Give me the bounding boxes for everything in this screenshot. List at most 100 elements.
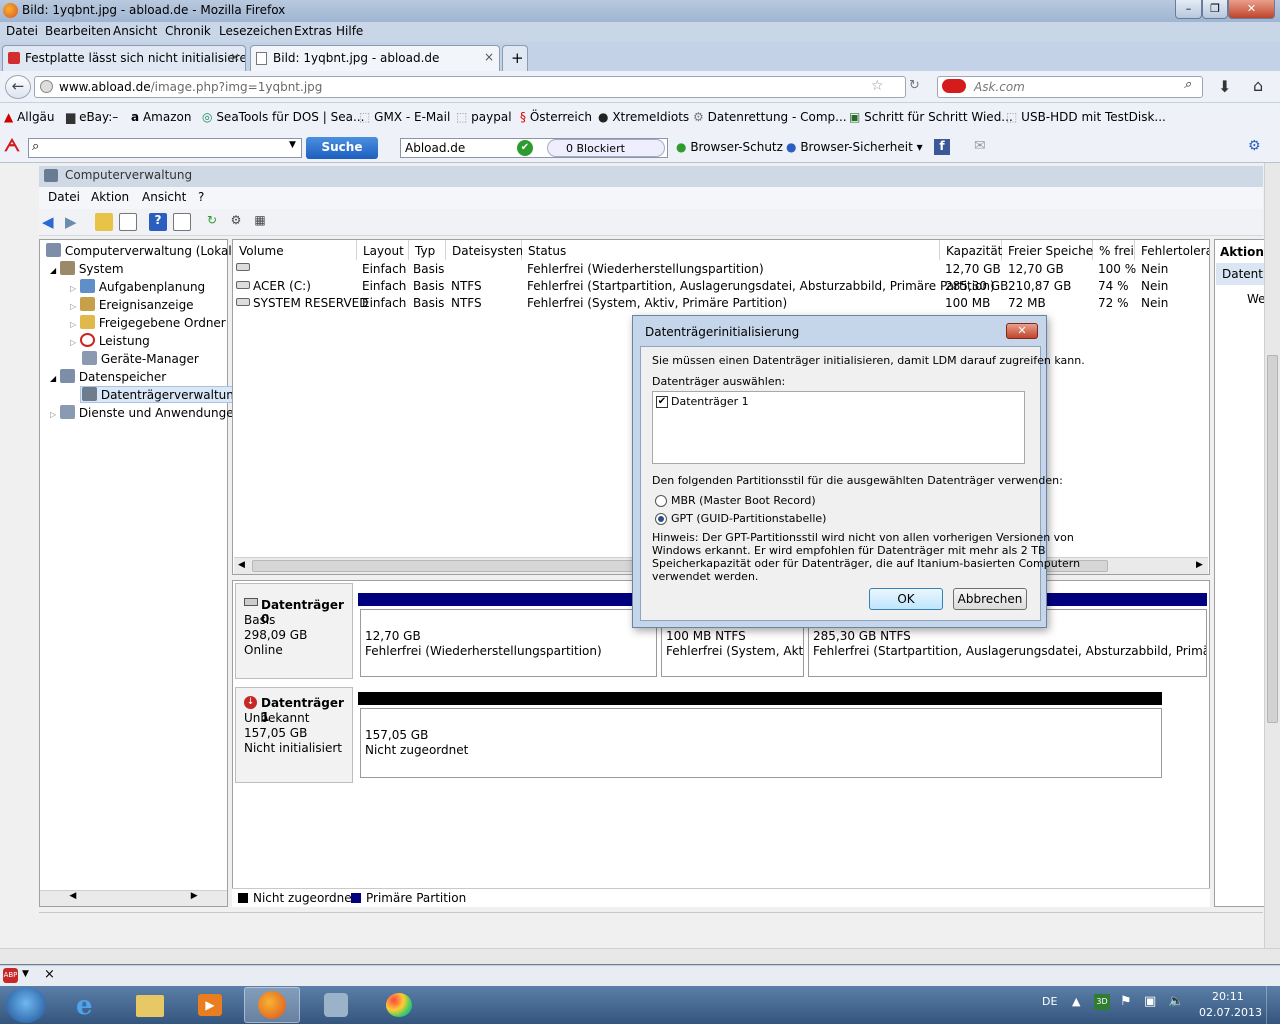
expand-icon[interactable]: ◢	[50, 266, 56, 275]
bookmark-paypal[interactable]: ⬚ paypal	[456, 110, 512, 124]
scroll-left-icon[interactable]: ◀	[238, 560, 245, 570]
mmc-menu-ansicht[interactable]: Ansicht	[142, 190, 186, 204]
mmc-menu-help[interactable]: ?	[198, 190, 204, 204]
disk0-partition-recovery[interactable]: 12,70 GB Fehlerfrei (Wiederherstellungsp…	[360, 609, 657, 677]
bookmark-star-icon[interactable]: ☆	[871, 78, 884, 94]
mail-icon[interactable]: ✉	[974, 138, 986, 154]
search-input[interactable]: Ask.com ⌕	[937, 76, 1203, 98]
column-dateisystem[interactable]: Dateisystem	[446, 240, 527, 260]
page-vertical-scrollbar[interactable]	[1264, 163, 1280, 950]
taskbar-ie[interactable]: e	[62, 987, 118, 1023]
menu-extras[interactable]: Extras	[294, 24, 332, 38]
tree-item-freigegebene-ordner[interactable]: ▷ Freigegebene Ordner	[70, 315, 226, 330]
bookmark-xtremeidiots[interactable]: ● XtremeIdiots	[598, 110, 689, 124]
console-tree-icon[interactable]	[119, 213, 137, 231]
tree-item-dienste[interactable]: ▷ Dienste und Anwendungen	[50, 405, 241, 420]
menu-datei[interactable]: Datei	[6, 24, 38, 38]
page-horizontal-scrollbar[interactable]	[0, 948, 1280, 964]
gpt-radio[interactable]	[655, 513, 667, 525]
disk1-panel[interactable]: ↓ Datenträger 1 Unbekannt 157,05 GB Nich…	[235, 687, 353, 783]
close-icon[interactable]: ×	[44, 967, 55, 982]
network-icon[interactable]: ▣	[1144, 994, 1156, 1009]
start-button[interactable]	[6, 987, 46, 1023]
tab-close-icon[interactable]: ×	[230, 50, 240, 64]
column-freier-speicher[interactable]: Freier Speicher	[1002, 240, 1098, 260]
tree-item-aufgabenplanung[interactable]: ▷ Aufgabenplanung	[70, 279, 205, 294]
tree-item-ereignisanzeige[interactable]: ▷ Ereignisanzeige	[70, 297, 194, 312]
collapse-icon[interactable]: ▷	[70, 338, 76, 347]
expand-icon[interactable]: ◢	[50, 374, 56, 383]
gpt-label[interactable]: GPT (GUID-Partitionstabelle)	[671, 512, 826, 525]
taskbar-firefox[interactable]	[244, 987, 300, 1023]
language-indicator[interactable]: DE	[1042, 995, 1057, 1008]
volume-icon[interactable]: 🔈	[1168, 994, 1184, 1009]
taskbar-paint[interactable]	[370, 987, 426, 1023]
collapse-icon[interactable]: ▷	[50, 410, 56, 419]
menu-bearbeiten[interactable]: Bearbeiten	[45, 24, 111, 38]
tree-item-leistung[interactable]: ▷ Leistung	[70, 333, 150, 348]
bookmark-seatools[interactable]: ◎ SeaTools für DOS | Sea...	[202, 110, 364, 124]
tree-item-datenspeicher[interactable]: ◢ Datenspeicher	[50, 369, 166, 384]
tray-chevron-icon[interactable]: ▲	[1072, 995, 1080, 1008]
url-bar[interactable]: www.abload.de/image.php?img=1yqbnt.jpg ☆…	[34, 76, 920, 98]
tree-item-datentraegerverwaltung[interactable]: Datenträgerverwaltung	[80, 386, 244, 403]
bookmark-allgaeu[interactable]: ▲ Allgäu	[4, 110, 55, 124]
column-status[interactable]: Status	[522, 240, 940, 260]
tab-close-icon[interactable]: ×	[484, 50, 494, 64]
column-prozent-frei[interactable]: % frei	[1093, 240, 1135, 260]
home-icon[interactable]: ⌂	[1253, 76, 1263, 95]
menu-hilfe[interactable]: Hilfe	[336, 24, 363, 38]
dialog-close-button[interactable]: ✕	[1006, 323, 1038, 339]
collapse-icon[interactable]: ▷	[70, 320, 76, 329]
avira-search-button[interactable]: Suche	[306, 137, 378, 159]
browser-schutz-button[interactable]: ● Browser-Schutz	[676, 140, 783, 154]
mmc-menu-aktion[interactable]: Aktion	[91, 190, 129, 204]
tab-abload[interactable]: Bild: 1yqbnt.jpg - abload.de ×	[250, 45, 500, 71]
blocked-counter[interactable]: 0 Blockiert	[547, 139, 665, 157]
column-volume[interactable]: Volume	[233, 240, 357, 260]
actions-item[interactable]: Datentr	[1216, 263, 1265, 285]
help-icon[interactable]: ?	[149, 213, 167, 231]
bookmark-oesterreich[interactable]: § Österreich	[520, 110, 592, 124]
show-desktop-button[interactable]	[1266, 986, 1280, 1024]
mmc-menu-datei[interactable]: Datei	[48, 190, 80, 204]
disk1-unallocated[interactable]: 157,05 GB Nicht zugeordnet	[360, 708, 1162, 778]
maximize-button[interactable]: ❐	[1202, 0, 1228, 19]
tab-festplatte[interactable]: Festplatte lässt sich nicht initialisier…	[2, 45, 246, 71]
menu-ansicht[interactable]: Ansicht	[113, 24, 157, 38]
close-window-button[interactable]: ✕	[1228, 0, 1275, 19]
folder-up-icon[interactable]	[95, 213, 113, 231]
minimize-button[interactable]: –	[1175, 0, 1202, 19]
properties-icon[interactable]	[173, 213, 191, 231]
download-icon[interactable]: ⬇	[1218, 77, 1231, 96]
chevron-down-icon[interactable]: ▼	[22, 969, 29, 979]
tree-horizontal-scrollbar[interactable]: ◀ ▶	[40, 890, 227, 906]
taskbar-media-player[interactable]: ▶	[182, 987, 238, 1023]
disk-icon[interactable]: ▦	[251, 213, 269, 231]
bookmark-ebay[interactable]: ▆ eBay:–	[66, 110, 118, 124]
collapse-icon[interactable]: ▷	[70, 302, 76, 311]
taskbar-app-5[interactable]	[308, 987, 364, 1023]
reload-icon[interactable]: ↻	[909, 78, 920, 93]
ok-button[interactable]: OK	[869, 588, 943, 610]
avira-search-combobox[interactable]: ⌕ ▼	[28, 138, 302, 158]
chevron-down-icon[interactable]: ▼	[289, 140, 296, 150]
bookmark-gmx[interactable]: ⬚ GMX - E-Mail	[359, 110, 450, 124]
tree-item-system[interactable]: ◢ System	[50, 261, 124, 276]
column-fehlertoleranz[interactable]: Fehlertoleran	[1135, 240, 1209, 260]
cancel-button[interactable]: Abbrechen	[953, 588, 1027, 610]
action-center-flag-icon[interactable]: ⚑	[1120, 994, 1132, 1009]
menu-lesezeichen[interactable]: Lesezeichen	[219, 24, 293, 38]
bookmark-schritt[interactable]: ▣ Schritt für Schritt Wied...	[849, 110, 1013, 124]
mbr-radio[interactable]	[655, 495, 667, 507]
actions-subitem[interactable]: We	[1247, 292, 1265, 306]
disk-checkbox[interactable]: ✔	[656, 396, 668, 408]
collapse-icon[interactable]: ▷	[70, 284, 76, 293]
back-arrow-icon[interactable]: ←	[5, 75, 31, 99]
back-arrow-icon[interactable]: ◀	[42, 213, 60, 231]
new-tab-button[interactable]: +	[502, 45, 528, 71]
clock-time[interactable]: 20:11	[1212, 990, 1244, 1003]
facebook-icon[interactable]: f	[934, 139, 950, 155]
column-kapazitaet[interactable]: Kapazität	[940, 240, 1002, 260]
tray-app-icon[interactable]: 3D	[1094, 994, 1110, 1010]
